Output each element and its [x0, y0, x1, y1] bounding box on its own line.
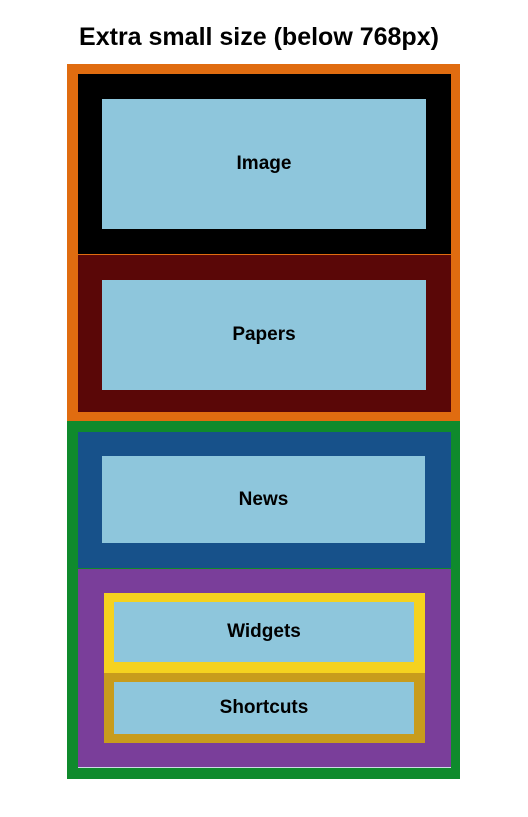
image-label: Image: [236, 153, 292, 174]
news-label: News: [238, 488, 289, 510]
papers-region: Papers: [102, 280, 426, 390]
news-region: News: [102, 456, 425, 543]
widgets-region: Widgets: [114, 602, 414, 662]
papers-label: Papers: [232, 324, 296, 345]
shortcuts-region: Shortcuts: [114, 682, 414, 734]
shortcuts-label: Shortcuts: [219, 697, 309, 718]
widgets-label: Widgets: [227, 621, 301, 642]
diagram-title: Extra small size (below 768px): [79, 23, 439, 51]
image-region: Image: [102, 99, 426, 229]
